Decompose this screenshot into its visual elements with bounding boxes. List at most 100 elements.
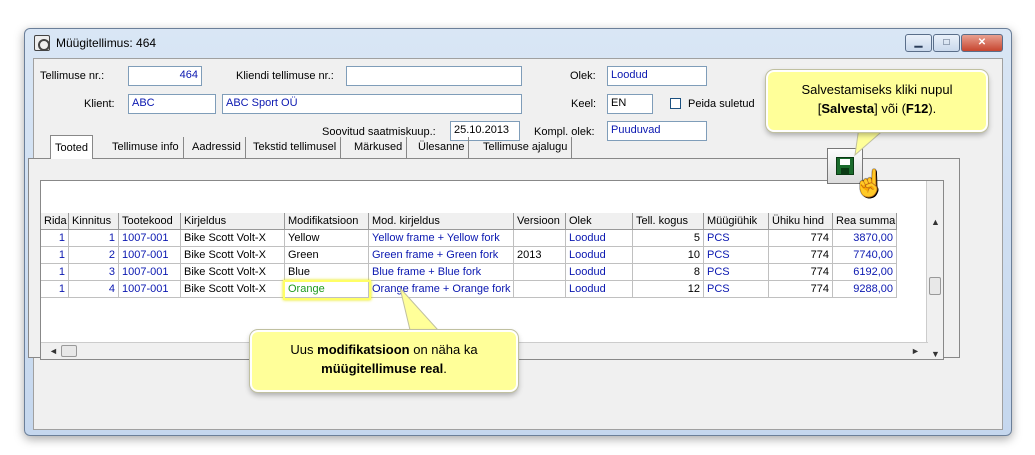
cell-confirm[interactable]: 4 <box>69 281 119 298</box>
col-header-mod-desc[interactable]: Mod. kirjeldus <box>369 213 514 230</box>
cell-status[interactable]: Loodud <box>566 230 633 247</box>
cell-qty[interactable]: 12 <box>633 281 704 298</box>
cell-version[interactable] <box>514 264 566 281</box>
tab-order-info[interactable]: Tellimuse info <box>108 137 184 159</box>
client-order-field[interactable] <box>346 66 522 86</box>
callout-modification: Uus modifikatsioon on näha ka müügitelli… <box>250 330 518 392</box>
scroll-left-icon[interactable]: ◄ <box>49 346 58 356</box>
cell-status[interactable]: Loodud <box>566 264 633 281</box>
col-header-unit[interactable]: Müügiühik <box>704 213 769 230</box>
grid-header-row: Rida Kinnitus Tootekood Kirjeldus Modifi… <box>41 213 921 230</box>
cell-confirm[interactable]: 1 <box>69 230 119 247</box>
cell-status[interactable]: Loodud <box>566 247 633 264</box>
cell-version[interactable]: 2013 <box>514 247 566 264</box>
app-gear-icon <box>34 35 50 51</box>
cell-unit[interactable]: PCS <box>704 230 769 247</box>
cell-row[interactable]: 1 <box>41 247 69 264</box>
cell-qty[interactable]: 8 <box>633 264 704 281</box>
cell-sum[interactable]: 3870,00 <box>833 230 897 247</box>
window-title: Müügitellimus: 464 <box>56 36 157 50</box>
cell-code[interactable]: 1007-001 <box>119 264 181 281</box>
cell-mod-desc[interactable]: Green frame + Green fork <box>369 247 514 264</box>
cell-desc[interactable]: Bike Scott Volt-X <box>181 247 285 264</box>
cell-price[interactable]: 774 <box>769 247 833 264</box>
col-header-sum[interactable]: Rea summa <box>833 213 897 230</box>
minimize-button[interactable]: ▁ <box>905 34 932 52</box>
tab-addresses[interactable]: Aadressid <box>188 137 246 159</box>
cell-unit[interactable]: PCS <box>704 247 769 264</box>
col-header-mod[interactable]: Modifikatsioon <box>285 213 369 230</box>
vertical-scrollbar[interactable]: ▲ ▼ <box>926 181 943 359</box>
order-no-field[interactable]: 464 <box>128 66 202 86</box>
cell-sum[interactable]: 9288,00 <box>833 281 897 298</box>
tab-order-texts[interactable]: Tekstid tellimusel <box>249 137 342 159</box>
col-header-version[interactable]: Versioon <box>514 213 566 230</box>
cell-price[interactable]: 774 <box>769 264 833 281</box>
scroll-up-icon[interactable]: ▲ <box>931 217 940 227</box>
cell-desc[interactable]: Bike Scott Volt-X <box>181 281 285 298</box>
horizontal-scroll-thumb[interactable] <box>61 345 77 357</box>
client-label: Klient: <box>84 98 115 110</box>
table-row[interactable]: 1 2 1007-001 Bike Scott Volt-X Green Gre… <box>41 247 921 264</box>
tab-task[interactable]: Ülesanne <box>414 137 470 159</box>
table-row[interactable]: 1 3 1007-001 Bike Scott Volt-X Blue Blue… <box>41 264 921 281</box>
hide-closed-label: Peida suletud <box>688 98 755 110</box>
cell-unit[interactable]: PCS <box>704 264 769 281</box>
cell-desc[interactable]: Bike Scott Volt-X <box>181 230 285 247</box>
cell-code[interactable]: 1007-001 <box>119 281 181 298</box>
col-header-status[interactable]: Olek <box>566 213 633 230</box>
callout-mod-line1: Uus modifikatsioon on näha ka <box>290 342 478 357</box>
col-header-qty[interactable]: Tell. kogus <box>633 213 704 230</box>
tab-notes[interactable]: Märkused <box>350 137 408 159</box>
cell-code[interactable]: 1007-001 <box>119 247 181 264</box>
col-header-code[interactable]: Tootekood <box>119 213 181 230</box>
table-row[interactable]: 1 1 1007-001 Bike Scott Volt-X Yellow Ye… <box>41 230 921 247</box>
cell-mod[interactable]: Yellow <box>285 230 369 247</box>
close-button[interactable]: ✕ <box>961 34 1003 52</box>
table-row[interactable]: 1 4 1007-001 Bike Scott Volt-X Orange Or… <box>41 281 921 298</box>
tab-products[interactable]: Tooted <box>50 135 94 159</box>
cell-mod-desc[interactable]: Blue frame + Blue fork <box>369 264 514 281</box>
callout-save: Salvestamiseks kliki nupul [Salvesta] võ… <box>766 70 988 132</box>
callout-mod-pointer <box>399 287 440 331</box>
cell-mod[interactable]: Green <box>285 247 369 264</box>
cell-confirm[interactable]: 3 <box>69 264 119 281</box>
tab-order-history[interactable]: Tellimuse ajalugu <box>479 137 573 159</box>
vertical-scroll-thumb[interactable] <box>929 277 941 295</box>
completion-field[interactable]: Puuduvad <box>607 121 707 141</box>
status-field[interactable]: Loodud <box>607 66 707 86</box>
callout-save-line2: [Salvesta] või (F12). <box>817 101 937 116</box>
cell-price[interactable]: 774 <box>769 281 833 298</box>
cell-sum[interactable]: 7740,00 <box>833 247 897 264</box>
col-header-price[interactable]: Ühiku hind <box>769 213 833 230</box>
cell-code[interactable]: 1007-001 <box>119 230 181 247</box>
scroll-right-icon[interactable]: ► <box>911 346 920 356</box>
col-header-confirm[interactable]: Kinnitus <box>69 213 119 230</box>
cell-row[interactable]: 1 <box>41 230 69 247</box>
cell-sum[interactable]: 6192,00 <box>833 264 897 281</box>
cell-row[interactable]: 1 <box>41 281 69 298</box>
scroll-down-icon[interactable]: ▼ <box>931 349 940 359</box>
cell-version[interactable] <box>514 230 566 247</box>
cell-version[interactable] <box>514 281 566 298</box>
cell-mod-desc[interactable]: Yellow frame + Yellow fork <box>369 230 514 247</box>
status-label: Olek: <box>570 70 596 82</box>
col-header-row[interactable]: Rida <box>41 213 69 230</box>
cell-desc[interactable]: Bike Scott Volt-X <box>181 264 285 281</box>
title-bar[interactable]: Müügitellimus: 464 ▁ □ ✕ <box>25 29 1011 57</box>
hide-closed-checkbox[interactable] <box>670 98 681 109</box>
language-field[interactable]: EN <box>607 94 653 114</box>
cell-price[interactable]: 774 <box>769 230 833 247</box>
maximize-button[interactable]: □ <box>933 34 960 52</box>
cell-unit[interactable]: PCS <box>704 281 769 298</box>
hand-pointer-icon: ☝ <box>853 168 886 198</box>
cell-qty[interactable]: 10 <box>633 247 704 264</box>
client-name-field[interactable]: ABC Sport OÜ <box>222 94 522 114</box>
cell-row[interactable]: 1 <box>41 264 69 281</box>
cell-qty[interactable]: 5 <box>633 230 704 247</box>
cell-status[interactable]: Loodud <box>566 281 633 298</box>
client-code-field[interactable]: ABC <box>128 94 216 114</box>
cell-mod[interactable]: Blue <box>285 264 369 281</box>
col-header-desc[interactable]: Kirjeldus <box>181 213 285 230</box>
cell-confirm[interactable]: 2 <box>69 247 119 264</box>
